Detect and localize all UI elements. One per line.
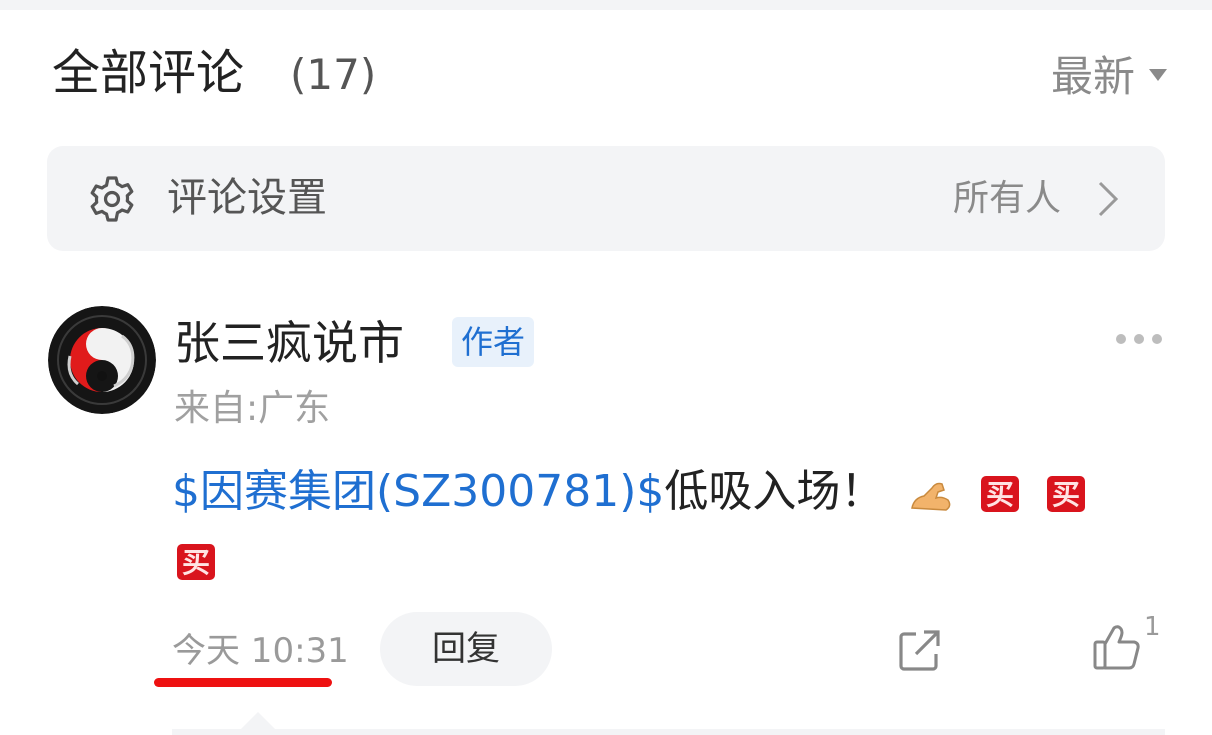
- stock-link[interactable]: $因赛集团(SZ300781)$: [172, 466, 664, 517]
- more-options-icon[interactable]: [1116, 334, 1162, 344]
- reply-area: [172, 729, 1165, 735]
- avatar[interactable]: [48, 306, 156, 414]
- location-label: 来自:广东: [174, 388, 331, 429]
- buy-emoji-icon: 买: [1047, 476, 1086, 512]
- comments-title: 全部评论: [52, 45, 245, 101]
- red-underline-annotation: [154, 678, 332, 687]
- like-count: 1: [1144, 612, 1161, 642]
- comment-text: 低吸入场！: [664, 466, 885, 517]
- buy-emoji-icon: 买: [177, 544, 215, 580]
- settings-value: 所有人: [952, 178, 1061, 219]
- comment-body: $因赛集团(SZ300781)$低吸入场！ 买 买 买: [172, 458, 1172, 594]
- caret-down-icon: [1149, 69, 1167, 81]
- buy-emoji-icon: 买: [981, 476, 1020, 512]
- share-icon[interactable]: [896, 628, 942, 674]
- reply-area-notch: [240, 712, 276, 730]
- svg-text:买: 买: [986, 478, 1014, 511]
- dragon-logo-icon: [48, 306, 156, 414]
- muscle-emoji-icon: [911, 482, 951, 511]
- settings-label: 评论设置: [167, 175, 327, 221]
- comment-time: 今天 10:31: [172, 631, 349, 671]
- author-badge: 作者: [452, 317, 535, 367]
- sort-dropdown[interactable]: 最新: [1051, 38, 1167, 108]
- thumbs-up-icon[interactable]: [1092, 622, 1142, 672]
- gear-icon: [90, 176, 134, 222]
- username[interactable]: 张三疯说市: [174, 312, 404, 374]
- comments-count: (17): [290, 50, 377, 99]
- comment-settings-row[interactable]: 评论设置 所有人: [47, 146, 1165, 251]
- sort-label: 最新: [1050, 51, 1135, 101]
- svg-text:买: 买: [1052, 478, 1080, 511]
- svg-text:买: 买: [182, 546, 210, 579]
- top-strip: [0, 0, 1212, 10]
- reply-button[interactable]: 回复: [380, 612, 552, 686]
- chevron-right-icon: [1098, 181, 1119, 217]
- comments-header: 全部评论 (17) 最新: [52, 38, 1167, 108]
